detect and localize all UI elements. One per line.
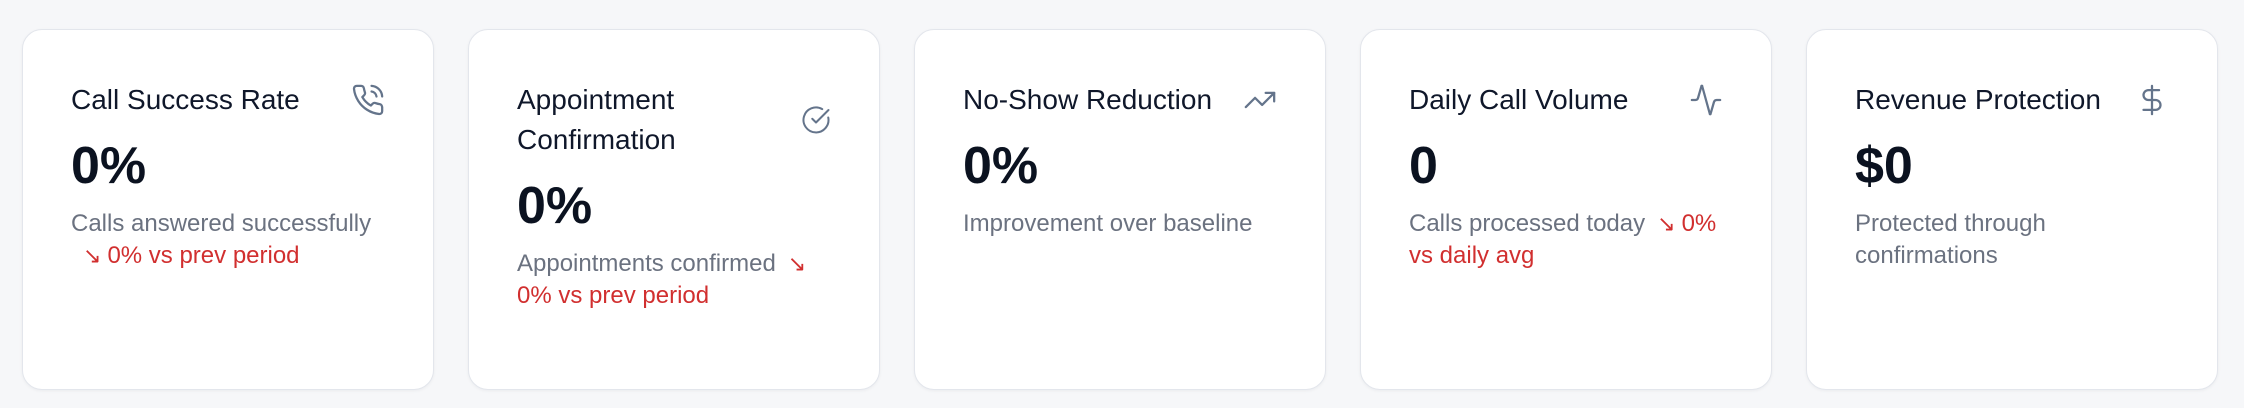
card-header: Call Success Rate: [71, 80, 385, 120]
card-title: Call Success Rate: [71, 84, 300, 115]
metric-description: Calls answered successfully ↘ 0% vs prev p…: [71, 208, 385, 272]
card-header: Appointment Confirmation: [517, 80, 831, 160]
stat-card-revenue-protection: Revenue Protection $0 Protected through …: [1806, 29, 2218, 390]
check-circle-icon: [801, 105, 831, 135]
metric-description: Calls processed today ↘ 0% vs daily avg: [1409, 208, 1723, 272]
phone-call-icon: [351, 83, 385, 117]
metric-description: Protected through confirmations: [1855, 208, 2095, 272]
card-header: Daily Call Volume: [1409, 80, 1723, 120]
trend-indicator: ↘0% vs prev period: [83, 242, 300, 269]
metric-value: 0%: [963, 137, 1039, 195]
metric-value: 0: [1409, 137, 1438, 195]
metric-value: 0%: [517, 177, 593, 235]
metric-description: Improvement over baseline: [963, 208, 1277, 240]
metric-value: 0%: [71, 137, 147, 195]
metric-description: Appointments confirmed ↘ 0% vs prev period: [517, 248, 817, 312]
stat-card-daily-call-volume: Daily Call Volume 0 Calls processed toda…: [1360, 29, 1772, 390]
trend-text: 0% vs prev period: [517, 282, 710, 309]
description-text: Improvement over baseline: [963, 210, 1253, 237]
card-title: Appointment Confirmation: [517, 84, 676, 155]
trend-down-icon: ↘: [83, 243, 102, 268]
stat-card-no-show-reduction: No-Show Reduction 0% Improvement over ba…: [914, 29, 1326, 390]
trending-up-icon: [1243, 83, 1277, 117]
metric-value: $0: [1855, 137, 1913, 195]
card-title: Revenue Protection: [1855, 84, 2101, 115]
dollar-sign-icon: [2135, 83, 2169, 117]
description-text: Protected through confirmations: [1855, 210, 2046, 269]
description-text: Calls answered successfully: [71, 210, 372, 237]
activity-icon: [1689, 83, 1723, 117]
card-title: Daily Call Volume: [1409, 84, 1629, 115]
stat-card-call-success-rate: Call Success Rate 0% Calls answered succ…: [22, 29, 434, 390]
card-header: No-Show Reduction: [963, 80, 1277, 120]
trend-down-icon: ↘: [1657, 211, 1676, 236]
stats-row: Call Success Rate 0% Calls answered succ…: [22, 29, 2218, 390]
description-text: Calls processed today: [1409, 210, 1646, 237]
card-header: Revenue Protection: [1855, 80, 2169, 120]
trend-down-icon: ↘: [787, 251, 807, 276]
description-text: Appointments confirmed: [517, 250, 776, 277]
stat-card-appointment-confirmation: Appointment Confirmation 0% Appointments…: [468, 29, 880, 390]
card-title: No-Show Reduction: [963, 84, 1213, 115]
trend-text: 0% vs prev period: [107, 242, 300, 269]
